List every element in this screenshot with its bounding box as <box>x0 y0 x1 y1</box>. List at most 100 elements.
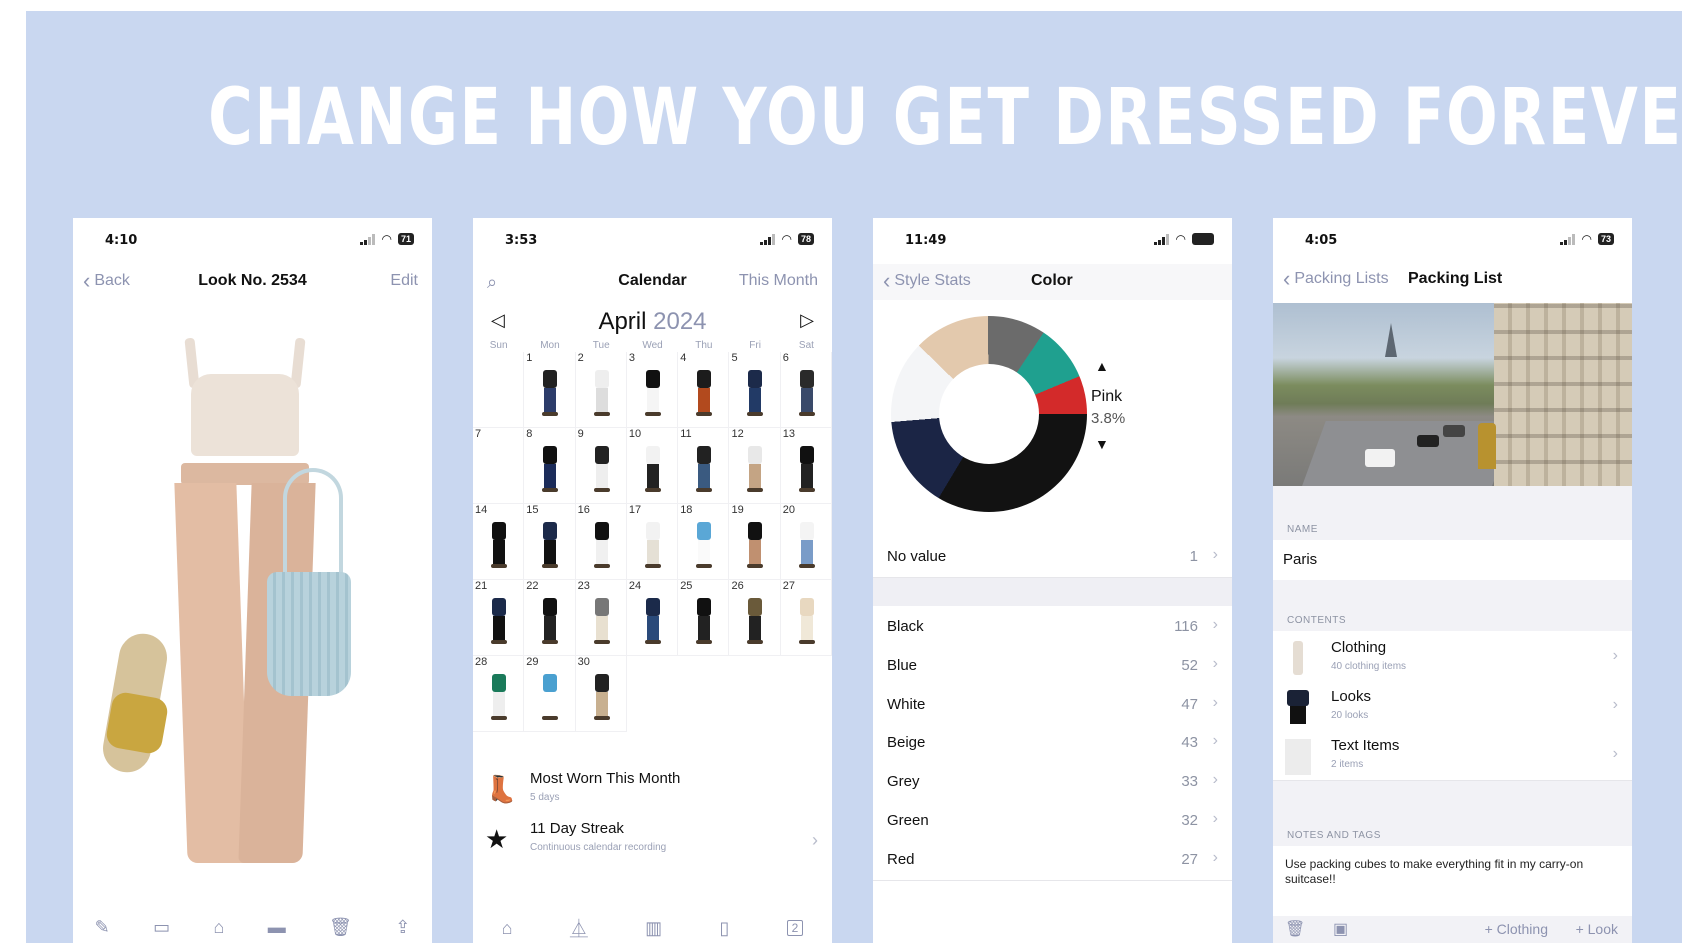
outfit-thumbnail <box>745 598 765 644</box>
outfit-thumbnail <box>745 446 765 492</box>
compose-icon[interactable]: ✎ <box>95 917 110 938</box>
day-number: 9 <box>577 428 584 440</box>
trash-icon[interactable]: 🗑 <box>1285 919 1305 939</box>
calendar-day[interactable]: 14 <box>473 504 525 580</box>
color-row[interactable]: Beige 43 › <box>873 722 1232 765</box>
promo-canvas: CHANGE HOW YOU GET DRESSED FOREVER 4:10 … <box>26 11 1682 943</box>
weekday-label: Sat <box>798 340 814 351</box>
status-bar: 4:05 ◠ 73 <box>1273 218 1632 254</box>
day-number: 5 <box>731 352 738 364</box>
this-month-button[interactable]: This Month <box>739 272 818 290</box>
calendar-day[interactable]: 19 <box>729 504 781 580</box>
add-clothing-button[interactable]: + Clothing <box>1485 921 1548 937</box>
calendar-day[interactable]: 5 <box>729 352 781 428</box>
triangle-down-icon[interactable]: ▼ <box>1095 436 1109 452</box>
car <box>1443 425 1465 437</box>
briefcase-icon[interactable]: ▣ <box>1333 919 1348 939</box>
status-time: 4:10 <box>105 233 138 248</box>
outfit-thumbnail <box>540 522 560 568</box>
calendar-day[interactable]: 16 <box>575 504 627 580</box>
share-icon[interactable]: ⇪ <box>395 917 410 938</box>
home-icon[interactable]: ⌂ <box>502 918 513 939</box>
calendar-day[interactable]: 28 <box>473 656 525 732</box>
outfit-thumbnail <box>489 522 509 568</box>
status-time: 4:05 <box>1305 233 1338 248</box>
day-number: 4 <box>680 352 687 364</box>
wifi-icon: ◠ <box>1175 232 1186 246</box>
outfit-thumbnail <box>489 674 509 720</box>
calendar-day[interactable]: 29 <box>524 656 576 732</box>
calendar-day[interactable]: 23 <box>575 580 627 656</box>
status-bar: 3:53 ◠ 78 <box>473 230 832 250</box>
color-row[interactable]: Black 116 › <box>873 606 1232 648</box>
item-title: Looks <box>1331 688 1372 705</box>
battery-icon: 71 <box>397 233 414 245</box>
calendar-day[interactable]: 15 <box>524 504 576 580</box>
calendar-day[interactable]: 22 <box>524 580 576 656</box>
tab-bar: ⌂ ⏅ ▥ ▯ 2 <box>473 913 832 943</box>
color-count: 32 <box>1181 812 1198 829</box>
calendar-day[interactable]: 26 <box>729 580 781 656</box>
calendar-day[interactable]: 20 <box>780 504 832 580</box>
streak-label: 11 Day Streak <box>530 820 624 837</box>
day-number: 20 <box>782 504 796 516</box>
calendar-day[interactable]: 3 <box>626 352 679 428</box>
calendar-day[interactable]: 4 <box>678 352 730 428</box>
edit-button[interactable]: Edit <box>390 272 418 290</box>
back-button[interactable]: ‹ Packing Lists <box>1283 268 1389 290</box>
color-row[interactable]: Blue 52 › <box>873 644 1232 687</box>
phone-look-detail: 4:10 ◠ 71 ‹ Back Look No. 2534 Edit ✎ ▭ … <box>73 218 432 943</box>
color-row[interactable]: White 47 › <box>873 683 1232 726</box>
calendar-day[interactable]: 17 <box>626 504 679 580</box>
calendar-day[interactable]: 9 <box>575 428 627 504</box>
outfit-image <box>73 308 432 898</box>
notes-field[interactable]: Use packing cubes to make everything fit… <box>1273 846 1632 916</box>
calendar-day[interactable]: 6 <box>780 352 832 428</box>
calendar-day[interactable]: 21 <box>473 580 525 656</box>
outfit-thumbnail <box>694 446 714 492</box>
item-thumbnail <box>1285 690 1311 724</box>
calendar-day[interactable]: 30 <box>575 656 627 732</box>
signal-icon <box>359 233 376 245</box>
contents-row[interactable]: Text Items 2 items › <box>1273 729 1632 781</box>
most-worn-row[interactable]: 👢 Most Worn This Month 5 days <box>473 766 832 814</box>
calendar-icon[interactable]: ▬ <box>268 917 286 938</box>
hanger-icon[interactable]: ⏅ <box>570 915 588 941</box>
add-look-button[interactable]: + Look <box>1576 921 1618 937</box>
calendar-day[interactable]: 11 <box>678 428 730 504</box>
folder-icon[interactable]: ▭ <box>153 917 170 938</box>
color-row[interactable]: Green 32 › <box>873 800 1232 842</box>
name-field[interactable]: Paris <box>1273 540 1632 580</box>
calendar-day[interactable]: 25 <box>678 580 730 656</box>
next-month-icon[interactable]: ▷ <box>800 310 814 331</box>
color-row-no-value[interactable]: No value 1 › <box>873 536 1232 578</box>
bucket-bag <box>263 468 355 698</box>
calendar-day[interactable]: 12 <box>729 428 781 504</box>
triangle-up-icon[interactable]: ▲ <box>1095 358 1109 374</box>
calendar-day[interactable]: 13 <box>780 428 832 504</box>
hanger-icon[interactable]: ⌂ <box>213 917 224 938</box>
day-number: 27 <box>782 580 796 592</box>
calendar-day[interactable]: 7 <box>473 428 525 504</box>
calendar-day[interactable]: 18 <box>678 504 730 580</box>
calendar-day[interactable]: 27 <box>780 580 832 656</box>
color-row[interactable]: Red 27 › <box>873 838 1232 881</box>
calendar-icon[interactable]: 2 <box>786 920 804 936</box>
color-row[interactable]: Grey 33 › <box>873 761 1232 804</box>
calendar-day[interactable]: 24 <box>626 580 679 656</box>
back-button[interactable]: ‹ Style Stats <box>883 270 971 292</box>
chevron-right-icon: › <box>1612 647 1618 664</box>
packing-icon[interactable]: ▯ <box>719 918 729 939</box>
calendar-day[interactable]: 2 <box>575 352 627 428</box>
day-number: 24 <box>628 580 642 592</box>
calendar-day[interactable]: 8 <box>524 428 576 504</box>
outfit-icon[interactable]: ▥ <box>645 918 662 939</box>
trash-icon[interactable]: 🗑 <box>329 917 352 938</box>
streak-row[interactable]: ★ 11 Day Streak Continuous calendar reco… <box>473 816 832 864</box>
calendar-day[interactable]: 1 <box>524 352 576 428</box>
item-subtitle: 20 looks <box>1331 710 1369 721</box>
contents-row[interactable]: Clothing 40 clothing items › <box>1273 631 1632 683</box>
outfit-thumbnail <box>643 522 663 568</box>
contents-row[interactable]: Looks 20 looks › <box>1273 680 1632 732</box>
calendar-day[interactable]: 10 <box>626 428 679 504</box>
